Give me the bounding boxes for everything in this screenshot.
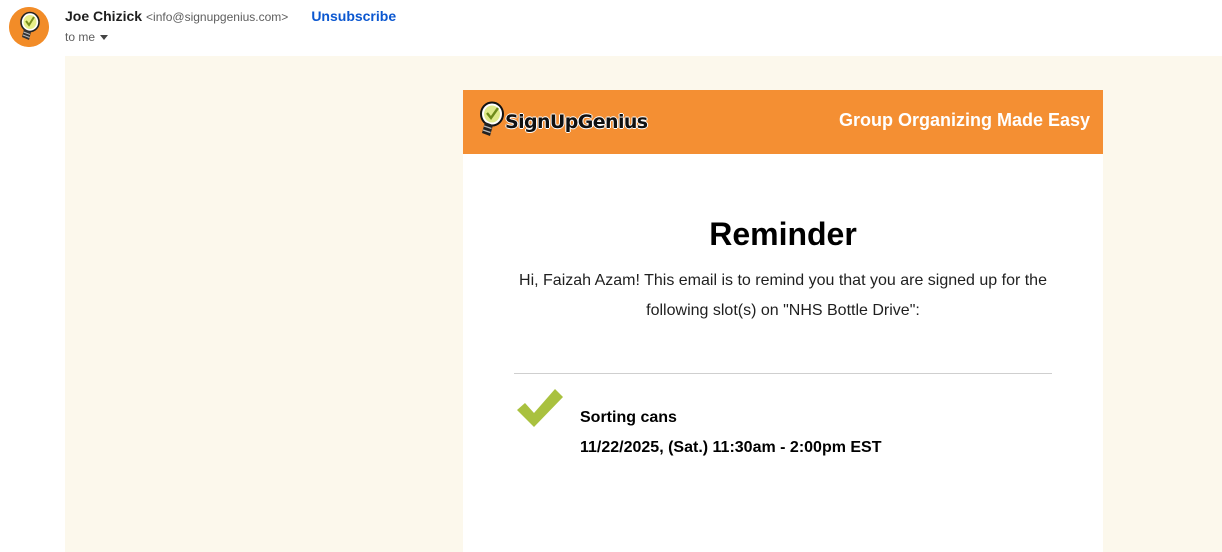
- recipient-line: to me: [65, 29, 109, 45]
- sender-line: Joe Chizick <info@signupgenius.com> Unsu…: [65, 8, 396, 28]
- slot-datetime: 11/22/2025, (Sat.) 11:30am - 2:00pm EST: [580, 439, 882, 456]
- unsubscribe-link[interactable]: Unsubscribe: [311, 8, 396, 24]
- sender-name[interactable]: Joe Chizick: [65, 8, 142, 24]
- brand-banner: SignUpGenius Group Organizing Made Easy: [463, 90, 1103, 154]
- email-card: SignUpGenius Group Organizing Made Easy …: [463, 90, 1103, 552]
- checkmark-icon: [515, 388, 564, 428]
- signupgenius-lightbulb-icon: [9, 7, 49, 47]
- reminder-intro: Hi, Faizah Azam! This email is to remind…: [519, 272, 1047, 319]
- recipient-label: to me: [65, 30, 96, 44]
- brand-tagline: Group Organizing Made Easy: [838, 110, 1090, 130]
- reminder-heading: Reminder: [709, 216, 857, 252]
- sender-email: <info@signupgenius.com>: [146, 10, 289, 24]
- slot-title: Sorting cans: [580, 409, 677, 426]
- sender-avatar[interactable]: [9, 7, 49, 47]
- chevron-down-icon[interactable]: [100, 34, 109, 40]
- lightbulb-logo-icon: [480, 101, 504, 136]
- divider: [514, 373, 1052, 374]
- brand-logo-text: SignUpGenius: [505, 111, 648, 133]
- brand-logo[interactable]: SignUpGenius: [476, 101, 648, 139]
